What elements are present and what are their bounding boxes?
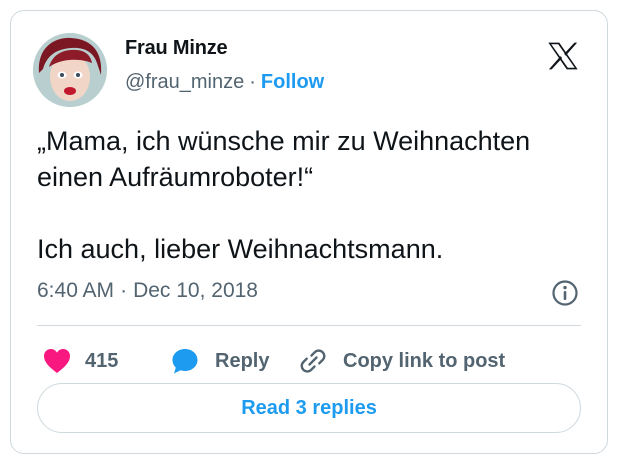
handle-row: @frau_minze · Follow [125,71,324,94]
read-replies-button[interactable]: Read 3 replies [37,383,581,433]
copy-link-label: Copy link to post [343,349,506,372]
x-logo-icon[interactable] [547,41,579,71]
author-name[interactable]: Frau Minze [125,37,228,60]
tweet-text: „Mama, ich wünsche mir zu Weihnachten ei… [37,123,587,267]
tweet-header: Frau Minze @frau_minze · Follow [33,33,585,113]
heart-icon [44,349,70,373]
info-icon[interactable] [551,279,579,307]
separator-dot: · [120,279,128,302]
tweet-text-line: einen Aufräumroboter!“ [37,162,314,192]
tweet-text-line: „Mama, ich wünsche mir zu Weihnachten [37,126,531,156]
follow-button[interactable]: Follow [261,71,324,93]
tweet-date: Dec 10, 2018 [133,279,258,302]
like-button[interactable]: 415 [43,343,118,379]
reply-label: Reply [215,349,270,372]
tweet-card: Frau Minze @frau_minze · Follow „Mama, ich… [10,10,608,454]
tweet-timestamp[interactable]: 6:40 AM · Dec 10, 2018 [37,279,258,303]
avatar-image [33,33,107,107]
reply-button[interactable]: Reply [171,343,269,379]
copy-link-button[interactable]: Copy link to post [299,343,505,379]
author-handle[interactable]: @frau_minze [125,71,244,93]
like-count: 415 [85,349,119,372]
link-icon [300,349,326,373]
tweet-time: 6:40 AM [37,279,115,302]
tweet-text-line: Ich auch, lieber Weihnachtsmann. [37,234,444,264]
avatar[interactable] [33,33,107,107]
action-bar: 415 Reply Copy link to post [37,343,581,379]
speech-bubble-icon [172,349,198,374]
divider [37,325,581,326]
separator-dot: · [249,71,256,93]
